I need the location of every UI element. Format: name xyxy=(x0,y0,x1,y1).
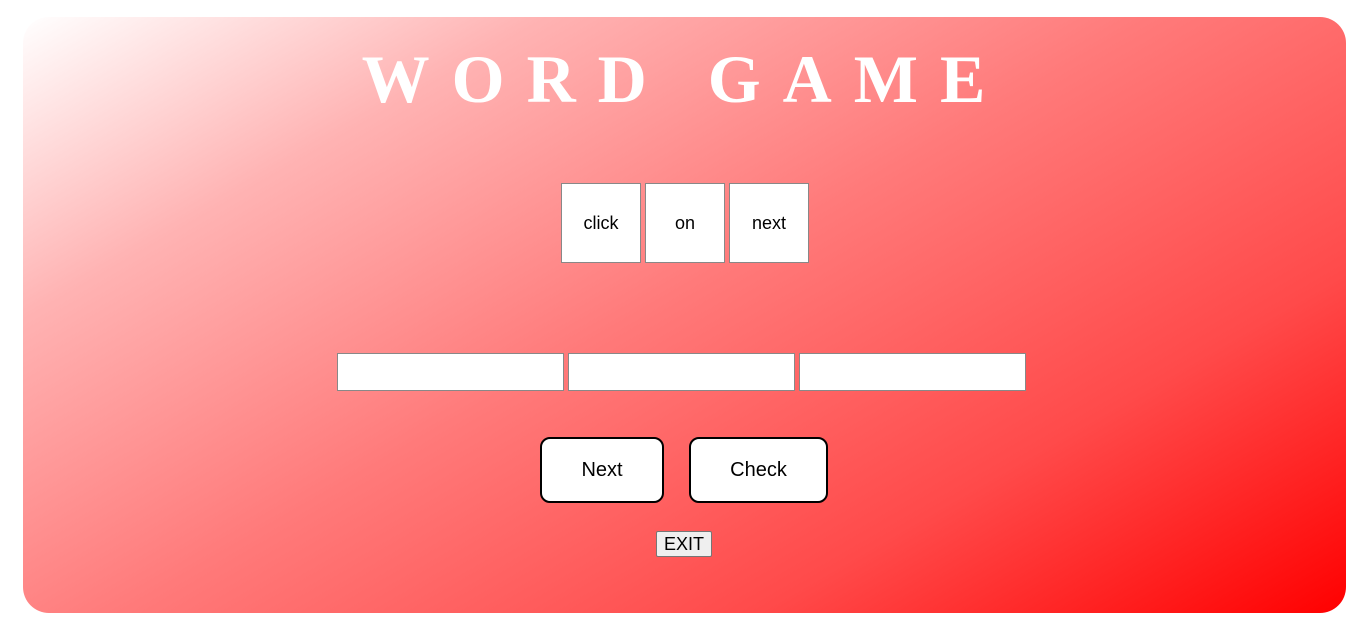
answer-input-3[interactable] xyxy=(799,353,1026,391)
word-tile[interactable]: click xyxy=(561,183,641,263)
check-button[interactable]: Check xyxy=(689,437,828,503)
word-tile[interactable]: next xyxy=(729,183,809,263)
answer-input-2[interactable] xyxy=(568,353,795,391)
answer-fields xyxy=(337,353,1026,391)
word-tile[interactable]: on xyxy=(645,183,725,263)
exit-button[interactable]: EXIT xyxy=(656,531,712,557)
answer-input-1[interactable] xyxy=(337,353,564,391)
game-title: WORD GAME xyxy=(361,41,1008,117)
next-button[interactable]: Next xyxy=(540,437,664,503)
word-tiles: click on next xyxy=(561,183,809,263)
game-panel: WORD GAME click on next Next Check EXIT xyxy=(23,17,1346,613)
